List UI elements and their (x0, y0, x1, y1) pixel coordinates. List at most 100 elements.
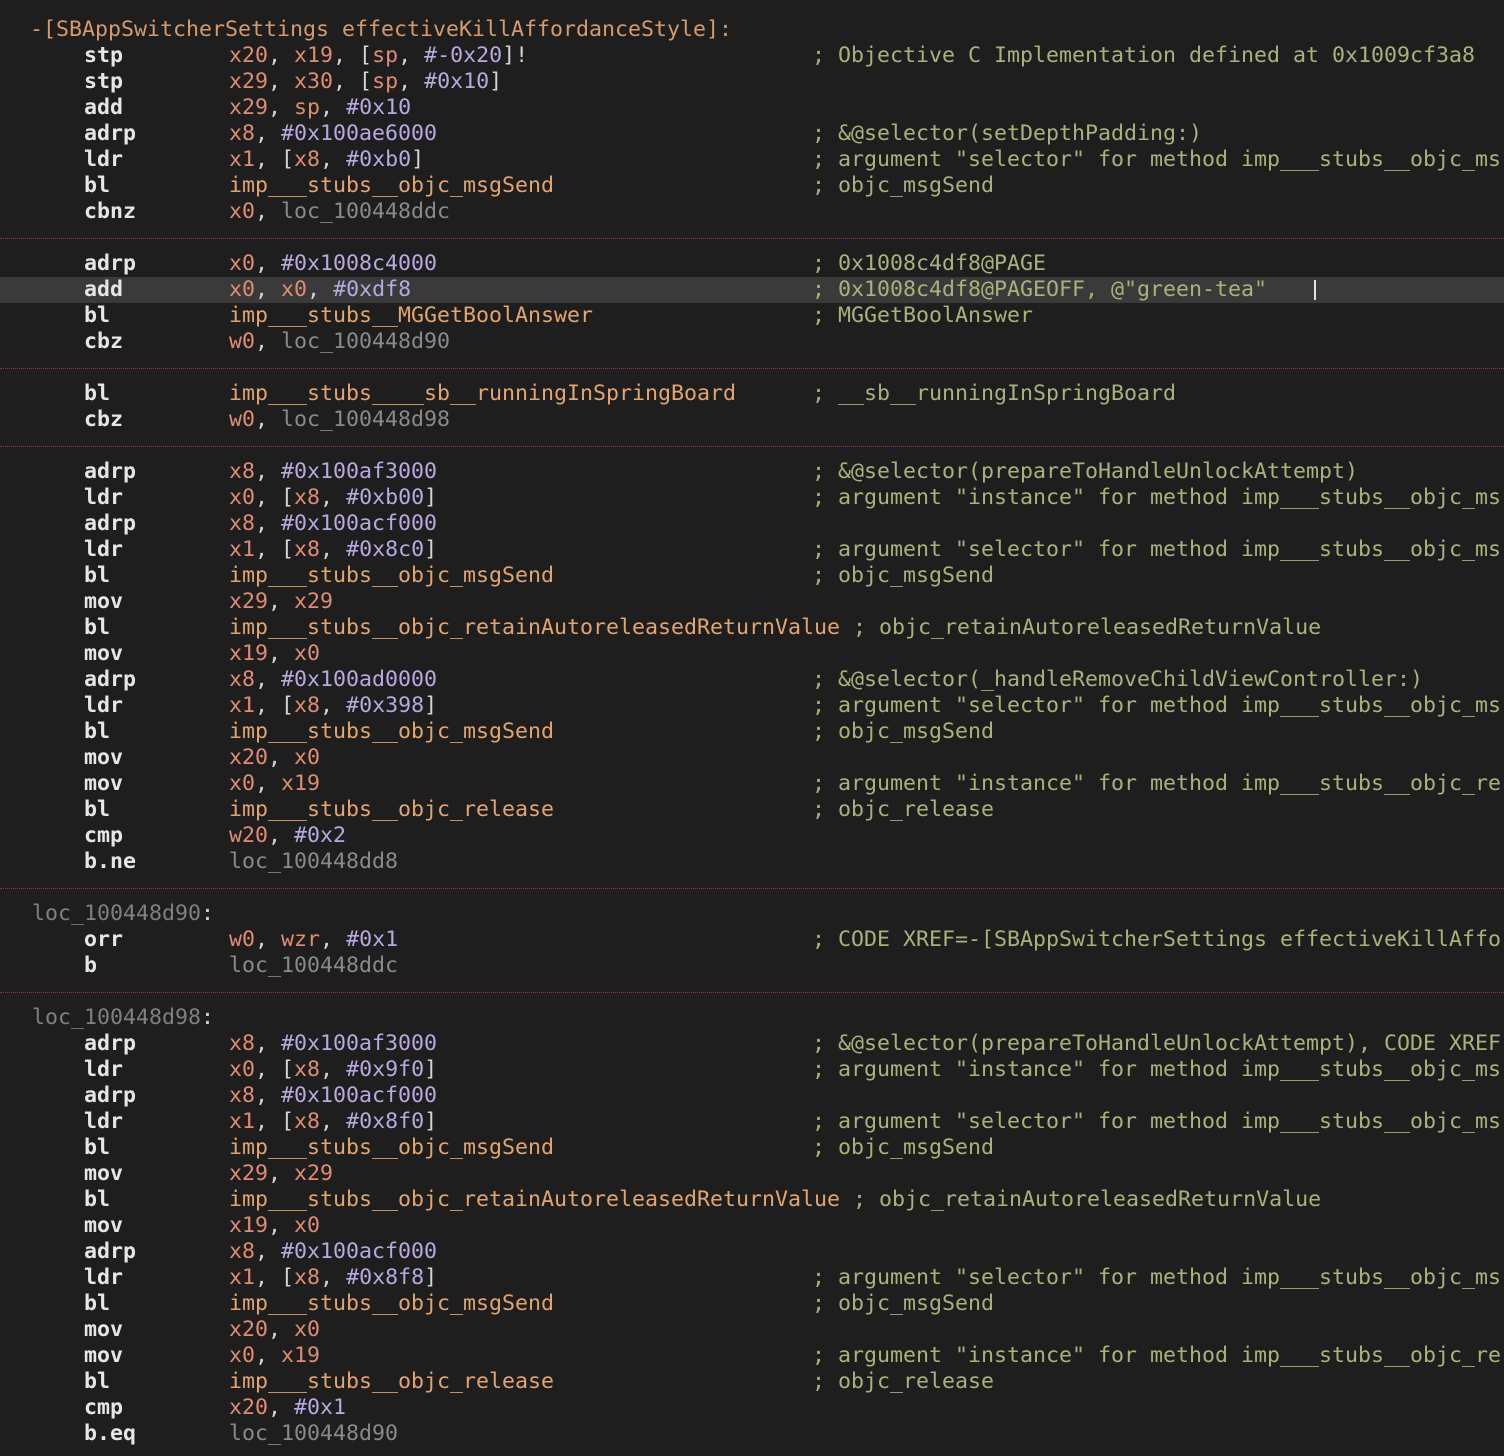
register-operand[interactable]: x1 (229, 147, 255, 172)
instruction-row[interactable]: bl imp___stubs__MGGetBoolAnswer ; MGGetBoo… (0, 303, 1504, 329)
code-label-text[interactable]: loc_100448d98 (32, 1005, 201, 1030)
instruction-row[interactable]: mov x20, x0 (0, 1317, 1504, 1343)
instruction-row-selected[interactable]: add x0, x0, #0xdf8 ; 0x1008c4df8@PAGEOFF, … (0, 277, 1504, 303)
mnemonic[interactable]: bl (84, 381, 110, 407)
instruction-row[interactable]: cmp w20, #0x2 (0, 823, 1504, 849)
instruction-row[interactable]: stp x29, x30, [sp, #0x10] (0, 69, 1504, 95)
register-operand[interactable]: x29 (229, 69, 268, 94)
instruction-row[interactable]: stp x20, x19, [sp, #-0x20]! ; Objective C … (0, 43, 1504, 69)
mnemonic[interactable]: ldr (84, 1109, 123, 1135)
mnemonic[interactable]: ldr (84, 693, 123, 719)
instruction-row[interactable]: mov x19, x0 (0, 641, 1504, 667)
instruction-row[interactable]: ldr x1, [x8, #0x8c0] ; argument "selector"… (0, 537, 1504, 563)
instruction-row[interactable]: mov x29, x29 (0, 1161, 1504, 1187)
register-operand[interactable]: x8 (294, 693, 320, 718)
register-operand[interactable]: x29 (294, 589, 333, 614)
code-label-text[interactable]: loc_100448d90 (32, 901, 201, 926)
instruction-row[interactable]: ldr x1, [x8, #0x8f8] ; argument "selector"… (0, 1265, 1504, 1291)
mnemonic[interactable]: cbnz (84, 199, 136, 225)
instruction-row[interactable]: bl imp___stubs__objc_msgSend ; objc_msgSen… (0, 563, 1504, 589)
mnemonic[interactable]: ldr (84, 147, 123, 173)
register-operand[interactable]: x8 (294, 1265, 320, 1290)
register-operand[interactable]: w20 (229, 823, 268, 848)
register-operand[interactable]: x1 (229, 1265, 255, 1290)
mnemonic[interactable]: cbz (84, 407, 123, 433)
instruction-row[interactable]: orr w0, wzr, #0x1 ; CODE XREF=-[SBAppSwitc… (0, 927, 1504, 953)
mnemonic[interactable]: add (84, 277, 123, 303)
symbol-reference[interactable]: imp___stubs__objc_release (229, 797, 554, 822)
mnemonic[interactable]: adrp (84, 511, 136, 537)
symbol-reference[interactable]: imp___stubs__objc_msgSend (229, 1135, 554, 1160)
mnemonic[interactable]: bl (84, 615, 110, 641)
symbol-reference[interactable]: imp___stubs__objc_msgSend (229, 719, 554, 744)
mnemonic[interactable]: bl (84, 719, 110, 745)
instruction-row[interactable]: mov x20, x0 (0, 745, 1504, 771)
register-operand[interactable]: x8 (294, 1057, 320, 1082)
instruction-row[interactable]: bl imp___stubs__objc_release ; objc_releas… (0, 797, 1504, 823)
register-operand[interactable]: x0 (281, 277, 307, 302)
instruction-row[interactable]: adrp x0, #0x1008c4000 ; 0x1008c4df8@PAGE (0, 251, 1504, 277)
label-reference[interactable]: loc_100448ddc (229, 953, 398, 978)
register-operand[interactable]: x29 (229, 95, 268, 120)
instruction-row[interactable]: adrp x8, #0x100af3000 ; &@selector(prepare… (0, 459, 1504, 485)
instruction-row[interactable]: bl imp___stubs__objc_msgSend ; objc_msgSen… (0, 1291, 1504, 1317)
mnemonic[interactable]: bl (84, 1187, 110, 1213)
register-operand[interactable]: w0 (229, 927, 255, 952)
mnemonic[interactable]: adrp (84, 121, 136, 147)
instruction-row[interactable]: ldr x1, [x8, #0x8f0] ; argument "selector"… (0, 1109, 1504, 1135)
register-operand[interactable]: x1 (229, 1109, 255, 1134)
register-operand[interactable]: x0 (229, 199, 255, 224)
register-operand[interactable]: x8 (229, 667, 255, 692)
instruction-row[interactable]: b loc_100448ddc (0, 953, 1504, 979)
instruction-row[interactable]: mov x19, x0 (0, 1213, 1504, 1239)
register-operand[interactable]: x19 (229, 1213, 268, 1238)
mnemonic[interactable]: bl (84, 303, 110, 329)
label-reference[interactable]: loc_100448d98 (281, 407, 450, 432)
label-reference[interactable]: loc_100448d90 (229, 1421, 398, 1446)
mnemonic[interactable]: adrp (84, 1083, 136, 1109)
instruction-row[interactable]: adrp x8, #0x100ae6000 ; &@selector(setDept… (0, 121, 1504, 147)
register-operand[interactable]: x8 (294, 485, 320, 510)
instruction-row[interactable]: cmp x20, #0x1 (0, 1395, 1504, 1421)
register-operand[interactable]: x0 (229, 1057, 255, 1082)
register-operand[interactable]: x0 (294, 745, 320, 770)
instruction-row[interactable]: mov x29, x29 (0, 589, 1504, 615)
instruction-row[interactable]: bl imp___stubs__objc_retainAutoreleasedRe… (0, 1187, 1504, 1213)
instruction-row[interactable]: b.eq loc_100448d90 (0, 1421, 1504, 1447)
instruction-row[interactable]: adrp x8, #0x100acf000 (0, 1239, 1504, 1265)
instruction-row[interactable]: bl imp___stubs__objc_msgSend ; objc_msgSen… (0, 719, 1504, 745)
symbol-reference[interactable]: imp___stubs__objc_msgSend (229, 1291, 554, 1316)
mnemonic[interactable]: ldr (84, 1057, 123, 1083)
instruction-row[interactable]: bl imp___stubs____sb__runningInSpringBoar… (0, 381, 1504, 407)
mnemonic[interactable]: stp (84, 43, 123, 69)
instruction-row[interactable]: mov x0, x19 ; argument "instance" for meth… (0, 1343, 1504, 1369)
register-operand[interactable]: x1 (229, 537, 255, 562)
mnemonic[interactable]: bl (84, 1291, 110, 1317)
register-operand[interactable]: x20 (229, 745, 268, 770)
instruction-row[interactable]: b.ne loc_100448dd8 (0, 849, 1504, 875)
register-operand[interactable]: x29 (229, 1161, 268, 1186)
mnemonic[interactable]: bl (84, 1135, 110, 1161)
register-operand[interactable]: x0 (294, 1213, 320, 1238)
mnemonic[interactable]: mov (84, 1317, 123, 1343)
register-operand[interactable]: x29 (294, 1161, 333, 1186)
procedure-header-row[interactable]: -[SBAppSwitcherSettings effectiveKillAff… (0, 17, 1504, 43)
register-operand[interactable]: x0 (294, 1317, 320, 1342)
mnemonic[interactable]: add (84, 95, 123, 121)
mnemonic[interactable]: adrp (84, 667, 136, 693)
instruction-row[interactable]: add x29, sp, #0x10 (0, 95, 1504, 121)
symbol-reference[interactable]: imp___stubs__objc_msgSend (229, 173, 554, 198)
register-operand[interactable]: x19 (229, 641, 268, 666)
mnemonic[interactable]: bl (84, 173, 110, 199)
register-operand[interactable]: x20 (229, 1395, 268, 1420)
procedure-name[interactable]: -[SBAppSwitcherSettings effectiveKillAff… (30, 17, 732, 43)
mnemonic[interactable]: b (84, 953, 97, 979)
instruction-row[interactable]: ldr x0, [x8, #0xb00] ; argument "instance"… (0, 485, 1504, 511)
register-operand[interactable]: w0 (229, 407, 255, 432)
instruction-row[interactable]: bl imp___stubs__objc_msgSend ; objc_msgSen… (0, 1135, 1504, 1161)
code-label[interactable]: loc_100448d98: (32, 1005, 214, 1031)
mnemonic[interactable]: mov (84, 589, 123, 615)
symbol-reference[interactable]: imp___stubs__objc_retainAutoreleasedRetu… (229, 615, 840, 640)
register-operand[interactable]: wzr (281, 927, 320, 952)
symbol-reference[interactable]: imp___stubs____sb__runningInSpringBoard (229, 381, 736, 406)
